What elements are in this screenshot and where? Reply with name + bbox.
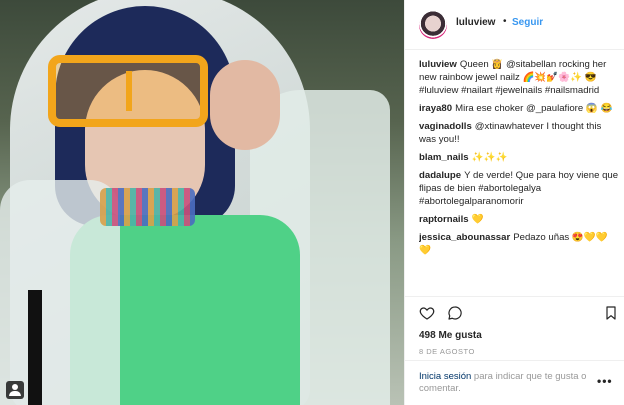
divider	[405, 296, 624, 297]
comment-username[interactable]: blam_nails	[419, 152, 469, 163]
comment-username[interactable]: luluview	[419, 59, 457, 70]
post-header: luluview • Seguir	[405, 0, 624, 50]
post-actions	[419, 305, 619, 325]
comment-item: raptornails 💛	[419, 213, 619, 226]
comment-username[interactable]: jessica_abounassar	[419, 232, 510, 243]
comment-icon[interactable]	[447, 305, 463, 321]
post-side-panel: luluview • Seguir luluview Queen 👸 @sitab…	[404, 0, 624, 405]
header-separator: •	[503, 16, 507, 27]
comment-text: Mira ese choker @_paulafiore 😱 😂	[455, 103, 613, 114]
more-options-button[interactable]: •••	[597, 374, 613, 388]
comment-item: iraya80 Mira ese choker @_paulafiore 😱 😂	[419, 102, 619, 115]
comments-list[interactable]: luluview Queen 👸 @sitabellan rocking her …	[419, 58, 619, 296]
photo-hand	[210, 60, 280, 150]
divider	[405, 360, 624, 361]
post-date: 8 DE AGOSTO	[419, 347, 475, 356]
comment-item: dadalupe Y de verde! Que para hoy viene q…	[419, 169, 619, 208]
instagram-post-embed: luluview • Seguir luluview Queen 👸 @sitab…	[0, 0, 624, 405]
user-tag-icon[interactable]	[6, 381, 24, 399]
comment-text: 💛	[471, 214, 484, 225]
bookmark-icon[interactable]	[603, 305, 619, 321]
photo-sunglasses	[48, 55, 208, 127]
photo-choker	[100, 188, 195, 226]
comment-text: ✨✨✨	[471, 152, 508, 163]
comment-item: vaginadolls @xtinawhatever I thought this…	[419, 120, 619, 146]
comment-item: blam_nails ✨✨✨	[419, 151, 619, 164]
likes-count[interactable]: 498 Me gusta	[419, 330, 482, 341]
comment-item: jessica_abounassar Pedazo uñas 😍💛💛 💛	[419, 231, 619, 257]
comment-item: luluview Queen 👸 @sitabellan rocking her …	[419, 58, 619, 97]
heart-icon[interactable]	[419, 305, 435, 321]
comment-username[interactable]: iraya80	[419, 103, 452, 114]
follow-button[interactable]: Seguir	[512, 17, 543, 28]
post-photo[interactable]	[0, 0, 404, 405]
avatar[interactable]	[419, 11, 447, 39]
comment-username[interactable]: dadalupe	[419, 170, 461, 181]
comment-username[interactable]: raptornails	[419, 214, 469, 225]
login-prompt: Inicia sesión para indicar que te gusta …	[419, 371, 594, 395]
login-link[interactable]: Inicia sesión	[419, 371, 471, 382]
comment-username[interactable]: vaginadolls	[419, 121, 472, 132]
author-username[interactable]: luluview	[456, 17, 495, 28]
photo-lanyard	[28, 290, 42, 405]
